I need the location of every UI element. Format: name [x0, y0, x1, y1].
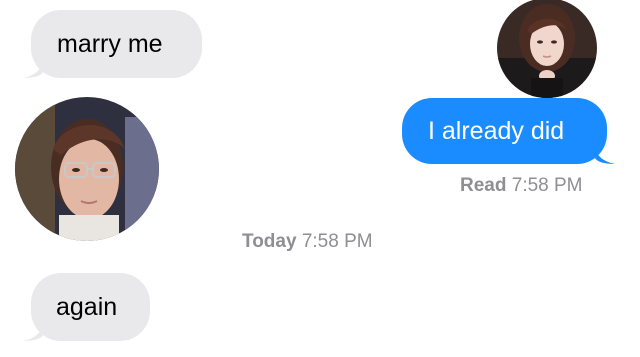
- read-receipt-label: Read: [460, 175, 507, 196]
- incoming-message-bubble[interactable]: marry me: [23, 10, 202, 78]
- message-text: I already did: [428, 116, 565, 145]
- bubble-tail-icon: [23, 58, 43, 78]
- date-separator: Today 7:58 PM: [242, 231, 373, 253]
- bubble-tail-icon: [23, 321, 43, 341]
- bubble-tail-icon: [595, 144, 615, 164]
- contact-avatar[interactable]: [497, 0, 597, 98]
- read-receipt: Read 7:58 PM: [460, 175, 583, 197]
- message-text: marry me: [57, 29, 163, 58]
- message-text: again: [56, 292, 118, 321]
- date-separator-label: Today: [242, 231, 297, 252]
- contact-avatar[interactable]: [15, 97, 159, 241]
- read-receipt-time: 7:58 PM: [511, 175, 583, 196]
- date-separator-time: 7:58 PM: [301, 231, 373, 252]
- outgoing-message-bubble[interactable]: I already did: [402, 98, 615, 164]
- incoming-message-bubble[interactable]: again: [23, 273, 150, 341]
